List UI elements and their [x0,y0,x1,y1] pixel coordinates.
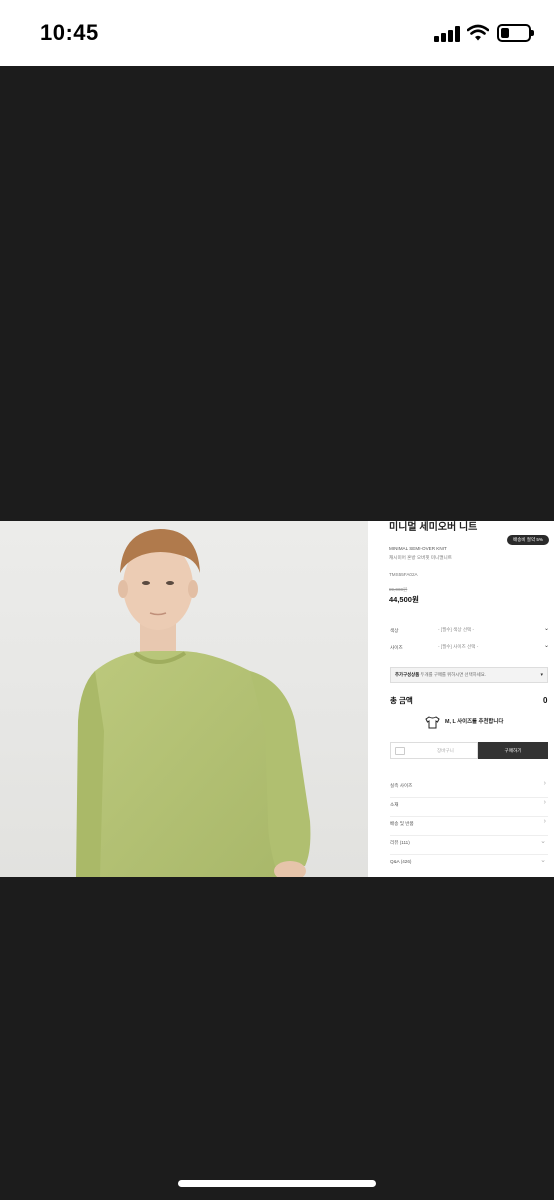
buy-button[interactable]: 구매하기 [478,742,548,759]
battery-icon [497,24,534,42]
image-viewer[interactable]: 미니멀 세미오버 니트 배송비 절약 5% MINIMAL SEMI-OVER … [0,66,554,1200]
signal-icon [434,26,460,42]
product-code: TMS55FA02A [389,572,418,577]
tshirt-icon [425,716,440,729]
size-select-placeholder: - [필수] 사이즈 선택 - [438,644,479,649]
product-english-name: MINIMAL SEMI-OVER KNIT [389,546,447,551]
wishlist-icon[interactable] [395,747,405,755]
accordion-label: 소재 [390,802,399,807]
product-description: 캐시미어 혼방 오버핏 미니멀니트 [389,555,452,560]
accordion-item-shipping[interactable]: 배송 및 반품 › [390,818,548,836]
total-label: 총 금액 [390,696,413,705]
accordion-label: 실측 사이즈 [390,783,413,788]
accordion-label: 배송 및 반품 [390,821,414,826]
chevron-down-icon: ⌄ [543,626,549,632]
accordion-label: 리뷰 (111) [390,840,410,845]
cart-button-label: 장바구니 [437,748,454,753]
cart-button[interactable]: 장바구니 [390,742,478,759]
chevron-down-icon: ⌄ [540,857,546,864]
additional-products-select[interactable]: 추가구성상품 두개를 구매를 위하시면 선택하세요. ▾ [390,667,548,683]
model-photo [0,521,368,877]
chevron-down-icon: ⌄ [543,643,549,649]
shipping-badge: 배송비 절약 5% [507,535,549,545]
product-name: 미니멀 세미오버 니트 [389,522,478,533]
accordion-item-qna[interactable]: Q&A (426) ⌄ [390,856,548,870]
additional-products-title: 추가구성상품 [395,672,420,677]
accordion-item-size[interactable]: 실측 사이즈 › [390,780,548,798]
chevron-right-icon: › [543,799,546,806]
accordion-label: Q&A (426) [390,859,412,864]
original-price: 89,000원 [389,587,408,592]
accordion-item-reviews[interactable]: 리뷰 (111) ⌄ [390,837,548,855]
color-option-label: 색상 [390,628,399,633]
total-value: 0 [543,696,548,705]
home-indicator[interactable] [178,1180,376,1187]
status-bar: 10:45 [0,0,554,66]
chevron-right-icon: › [543,780,546,787]
color-select-placeholder: - [필수] 색상 선택 - [438,627,475,632]
product-info-panel: 미니멀 세미오버 니트 배송비 절약 5% MINIMAL SEMI-OVER … [368,521,554,877]
accordion-item-material[interactable]: 소재 › [390,799,548,817]
caret-down-icon: ▾ [540,672,543,678]
status-time: 10:45 [40,20,99,45]
wifi-icon [467,24,489,41]
chevron-right-icon: › [543,818,546,825]
size-select[interactable]: - [필수] 사이즈 선택 - ⌄ [438,641,549,652]
size-option-label: 사이즈 [390,645,403,650]
model-illustration [76,529,311,877]
color-select[interactable]: - [필수] 색상 선택 - ⌄ [438,624,549,635]
size-recommendation: M, L 사이즈를 추천합니다 [445,719,504,725]
chevron-down-icon: ⌄ [540,838,546,845]
additional-products-text: 두개를 구매를 위하시면 선택하세요. [420,672,486,677]
product-screenshot-image[interactable]: 미니멀 세미오버 니트 배송비 절약 5% MINIMAL SEMI-OVER … [0,521,554,877]
sale-price: 44,500원 [389,595,419,604]
